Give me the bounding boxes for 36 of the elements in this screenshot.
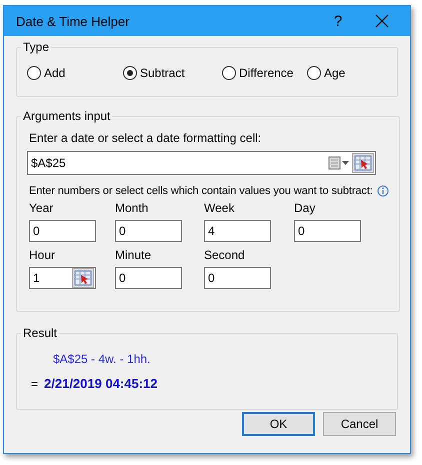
radio-option[interactable]: Age	[307, 66, 346, 80]
dialog-button[interactable]: Cancel	[323, 412, 396, 436]
field-label: Second	[204, 248, 246, 262]
field-label: Minute	[115, 248, 152, 262]
cell-select-button[interactable]	[72, 268, 94, 288]
date-prompt: Enter a date or select a date formatting cell:	[29, 131, 262, 145]
number-field[interactable]: 0	[29, 220, 96, 242]
radio-option[interactable]: Subtract	[123, 66, 222, 80]
equals-sign: =	[31, 377, 38, 391]
help-button[interactable]: ?	[316, 6, 360, 36]
cell-select-button[interactable]	[352, 153, 374, 173]
radio-option[interactable]: Add	[27, 66, 123, 80]
numbers-prompt: Enter numbers or select cells which contain values you want to subtract:	[29, 185, 373, 197]
number-field[interactable]: 4	[204, 220, 271, 242]
number-field[interactable]: 0	[115, 220, 182, 242]
field-label: Week	[204, 201, 236, 215]
field-label: Day	[294, 201, 316, 215]
dialog-button[interactable]: OK	[242, 412, 315, 436]
calendar-dropdown-icon[interactable]	[328, 156, 350, 170]
field-label: Hour	[29, 248, 56, 262]
date-field[interactable]: $A$25	[27, 151, 376, 175]
field-label: Month	[115, 201, 150, 215]
result-value: 2/21/2019 04:45:12	[44, 376, 158, 391]
number-field[interactable]: 0	[204, 267, 271, 289]
radio-option[interactable]: Difference	[222, 66, 307, 80]
close-icon[interactable]	[375, 14, 389, 28]
field-label: Year	[29, 201, 54, 215]
group-label: Result	[22, 326, 58, 340]
number-field[interactable]: 0	[294, 220, 361, 242]
group-label: Arguments input	[22, 109, 112, 123]
number-field[interactable]: 1	[29, 267, 96, 289]
result-formula: $A$25 - 4w. - 1hh.	[53, 352, 152, 366]
group-label: Type	[22, 40, 50, 54]
window-title: Date & Time Helper	[16, 14, 130, 28]
number-field[interactable]: 0	[115, 267, 182, 289]
info-icon[interactable]	[376, 185, 389, 197]
